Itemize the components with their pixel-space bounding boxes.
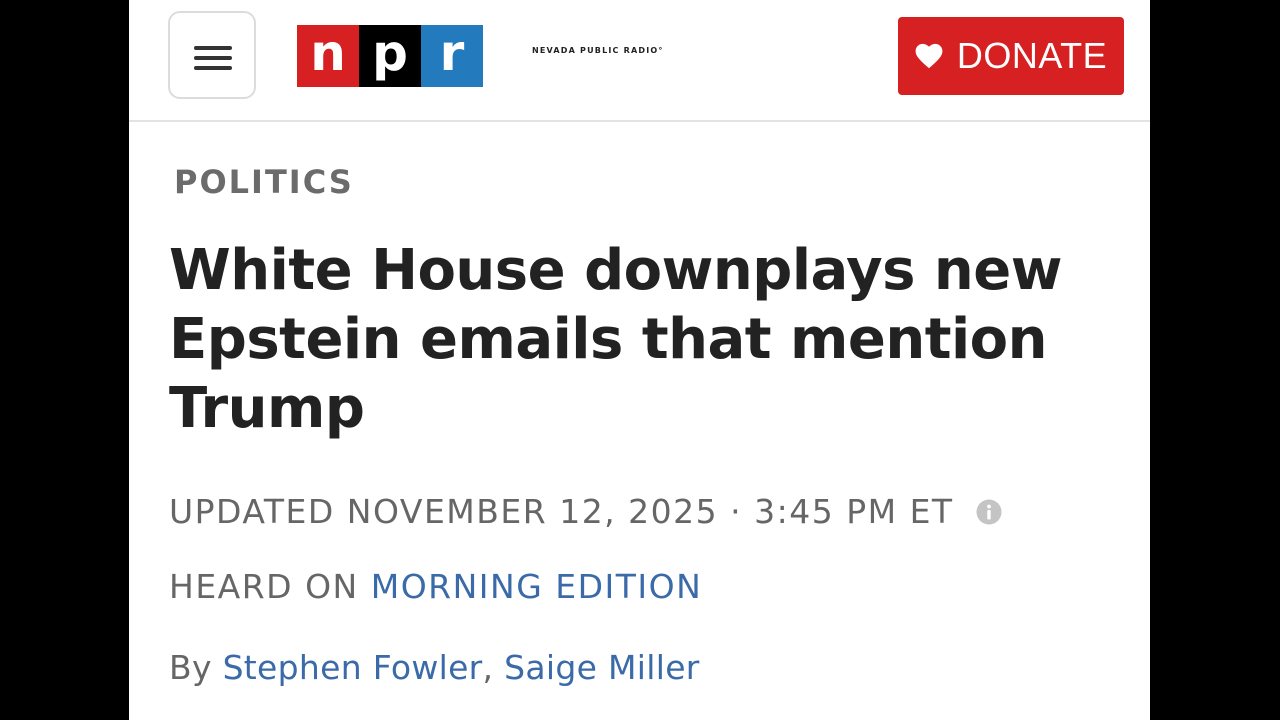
heard-on-label: HEARD ON [169,567,371,606]
site-header: n p r NEVADA PUBLIC RADIO° DONATE [129,0,1150,122]
menu-button[interactable] [168,11,256,99]
byline-prefix: By [169,648,223,687]
section-link[interactable]: POLITICS [174,163,354,201]
heard-on: HEARD ON MORNING EDITION [169,567,702,606]
program-link[interactable]: MORNING EDITION [371,567,703,606]
byline: By Stephen Fowler, Saige Miller [169,648,700,687]
logo-p: p [359,25,421,87]
author-separator: , [482,648,505,687]
npr-logo[interactable]: n p r [297,25,483,87]
article-page: n p r NEVADA PUBLIC RADIO° DONATE POLITI… [129,0,1150,720]
heart-icon [915,43,943,69]
station-name: NEVADA PUBLIC RADIO° [532,46,664,55]
logo-n: n [297,25,359,87]
author-link[interactable]: Saige Miller [504,648,700,687]
updated-timestamp: UPDATED NOVEMBER 12, 2025 · 3:45 PM ET [169,492,1002,531]
author-link[interactable]: Stephen Fowler [223,648,483,687]
updated-text: UPDATED NOVEMBER 12, 2025 · 3:45 PM ET [169,492,954,531]
logo-r: r [421,25,483,87]
article-headline: White House downplays new Epstein emails… [169,238,1063,441]
donate-button[interactable]: DONATE [898,17,1124,95]
donate-label: DONATE [956,35,1108,76]
info-icon[interactable] [976,499,1002,525]
